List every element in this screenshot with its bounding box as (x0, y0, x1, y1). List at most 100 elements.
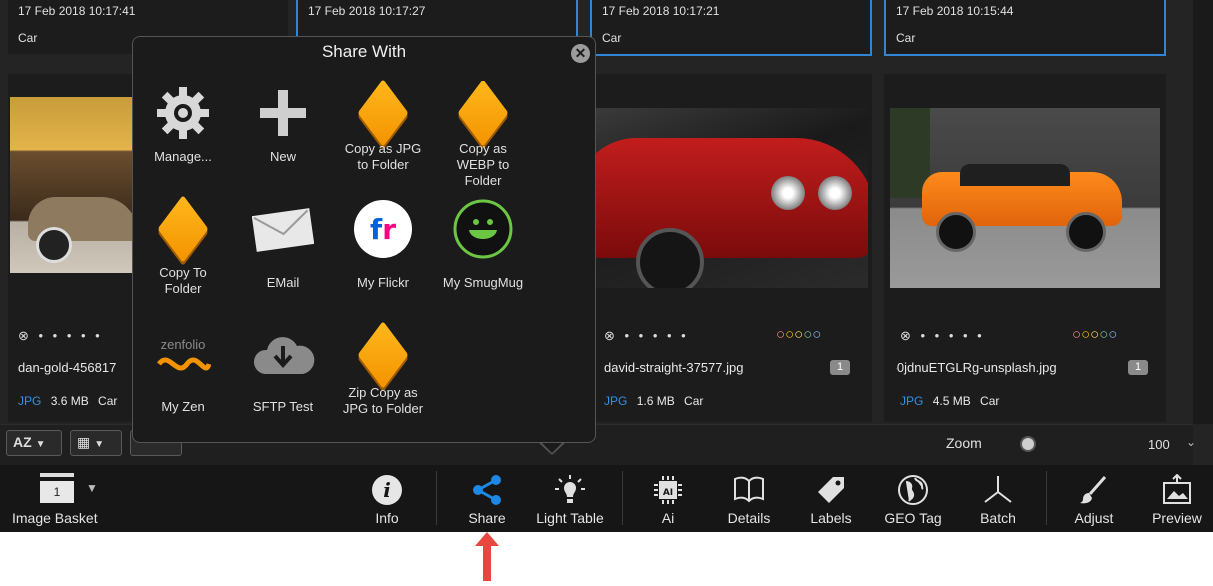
zenfolio-icon: zenfolio (151, 323, 215, 387)
labels-label: Labels (810, 510, 852, 526)
zoom-value[interactable]: 100 (1148, 437, 1170, 452)
share-my-zen[interactable]: zenfolio My Zen (133, 323, 233, 433)
photo-thumbnail[interactable] (890, 108, 1160, 288)
image-basket-label: Image Basket (12, 510, 98, 526)
color-circle-icon[interactable]: ○ (812, 326, 821, 343)
share-item-label: SFTP Test (252, 399, 314, 414)
light-table-label: Light Table (536, 510, 604, 526)
share-button[interactable]: Share (452, 465, 522, 532)
color-label-circles[interactable]: ○○○○○ (1072, 326, 1117, 343)
svg-text:i: i (383, 478, 391, 502)
bottom-toolbar: 1 ▼ Image Basket i Info Share Light Tabl… (0, 465, 1213, 532)
adjust-label: Adjust (1074, 510, 1114, 526)
color-circle-icon[interactable]: ○ (1081, 326, 1090, 343)
color-circle-icon[interactable]: ○ (785, 326, 794, 343)
color-circle-icon[interactable]: ○ (1099, 326, 1108, 343)
book-icon (731, 472, 767, 508)
photo-card[interactable]: ⊗ • • • • • ○○○○○ sburg-0jdnuETGLRg-unsp… (884, 74, 1166, 422)
file-category: Car (684, 394, 704, 408)
details-label: Details (727, 510, 771, 526)
color-circle-icon[interactable]: ○ (803, 326, 812, 343)
share-my-flickr[interactable]: fr My Flickr (333, 197, 433, 307)
divider (622, 471, 623, 525)
rating-dots[interactable]: ⊗ • • • • • (900, 328, 985, 344)
zoom-slider-knob[interactable] (1022, 438, 1034, 450)
share-item-label: Copy as WEBP to Folder (456, 141, 510, 185)
batch-label: Batch (980, 510, 1016, 526)
share-item-label: Manage... (154, 149, 212, 164)
file-size: 1.6 MB (636, 394, 675, 408)
adjust-button[interactable]: Adjust (1062, 465, 1126, 532)
share-email[interactable]: EMail (233, 197, 333, 307)
photo-thumbnail[interactable] (596, 108, 868, 288)
version-count-badge: 1 (830, 360, 851, 375)
plus-icon (251, 81, 315, 145)
info-button[interactable]: i Info (352, 465, 422, 532)
svg-text:AI: AI (663, 488, 673, 498)
rating-dots[interactable]: ⊗ • • • • • (604, 328, 689, 344)
share-manage[interactable]: Manage... (133, 81, 233, 191)
share-copy-webp-folder[interactable]: Copy as WEBP to Folder (433, 81, 533, 185)
ai-button[interactable]: AI Ai (636, 465, 700, 532)
batch-button[interactable]: Batch (966, 465, 1030, 532)
share-copy-jpg-folder[interactable]: Copy as JPG to Folder (333, 79, 433, 191)
geo-tag-button[interactable]: GEO Tag (876, 465, 950, 532)
photo-category: Car (18, 31, 38, 45)
share-item-label: Copy To Folder (159, 265, 207, 296)
rating-dots[interactable]: ⊗ • • • • • (18, 328, 103, 344)
share-new[interactable]: New (233, 81, 333, 191)
share-with-popup: Share With ✕ Manage... New Copy as JPG t… (132, 36, 596, 443)
basket-count: 1 (40, 481, 74, 503)
share-my-smugmug[interactable]: My SmugMug (433, 197, 533, 307)
globe-icon (895, 472, 931, 508)
color-circle-icon[interactable]: ○ (1090, 326, 1099, 343)
chevron-down-icon: ▼ (35, 439, 46, 450)
labels-button[interactable]: Labels (800, 465, 862, 532)
file-category: Car (980, 394, 1000, 408)
share-zip-copy-jpg-folder[interactable]: Zip Copy as JPG to Folder (333, 321, 433, 433)
color-circle-icon[interactable]: ○ (1072, 326, 1081, 343)
preview-label: Preview (1152, 510, 1202, 526)
share-label: Share (468, 510, 506, 526)
color-circle-icon[interactable]: ○ (776, 326, 785, 343)
chevron-down-icon: ▼ (86, 481, 98, 495)
file-name-text: sburg-0jdnuETGLRg-unsplash.jpg (896, 360, 1057, 375)
photo-card[interactable]: ⊗ • • • • • ○○○○○ david-straight-37577.j… (590, 74, 872, 422)
share-copy-to-folder[interactable]: Copy To Folder (133, 195, 233, 307)
flickr-icon: fr (351, 197, 415, 261)
light-table-button[interactable]: Light Table (530, 465, 610, 532)
brush-icon (1076, 472, 1112, 508)
share-item-label: Copy as JPG to Folder (344, 141, 422, 172)
scrollbar[interactable] (1193, 0, 1213, 424)
color-label-circles[interactable]: ○○○○○ (776, 326, 821, 343)
share-item-label: New (269, 149, 296, 164)
preview-button[interactable]: Preview (1144, 465, 1210, 532)
basket-icon: 1 (40, 473, 74, 503)
annotation-arrow (474, 532, 500, 581)
sort-button[interactable]: AZ ▼ (6, 430, 62, 456)
share-icon (469, 472, 505, 508)
color-circle-icon[interactable]: ○ (794, 326, 803, 343)
photo-card-header[interactable]: 17 Feb 2018 10:15:44 Car (884, 0, 1166, 56)
lightbulb-icon (552, 472, 588, 508)
share-item-label: EMail (266, 275, 300, 290)
folder-icon (451, 81, 515, 147)
share-sftp-test[interactable]: SFTP Test (233, 323, 333, 433)
image-basket-button[interactable]: 1 ▼ Image Basket (0, 465, 120, 532)
svg-text:fr: fr (370, 213, 396, 246)
share-item-label: Zip Copy as JPG to Folder (342, 385, 424, 416)
color-circle-icon[interactable]: ○ (1108, 326, 1117, 343)
folder-icon (351, 79, 415, 147)
photo-card-header[interactable]: 17 Feb 2018 10:17:21 Car (590, 0, 872, 56)
photo-date: 17 Feb 2018 10:17:41 (18, 4, 136, 18)
photo-date: 17 Feb 2018 10:17:21 (602, 4, 720, 18)
gear-icon (151, 81, 215, 145)
chevron-down-icon[interactable]: ⌄ (1186, 435, 1196, 449)
close-icon[interactable]: ✕ (571, 44, 590, 63)
ai-chip-icon: AI (650, 472, 686, 508)
details-button[interactable]: Details (716, 465, 782, 532)
grid-icon: ▦ (77, 434, 91, 450)
view-mode-button[interactable]: ▦ ▼ (70, 430, 122, 456)
photo-thumbnail[interactable] (10, 97, 140, 273)
file-name: dan-gold-456817 (18, 360, 117, 375)
